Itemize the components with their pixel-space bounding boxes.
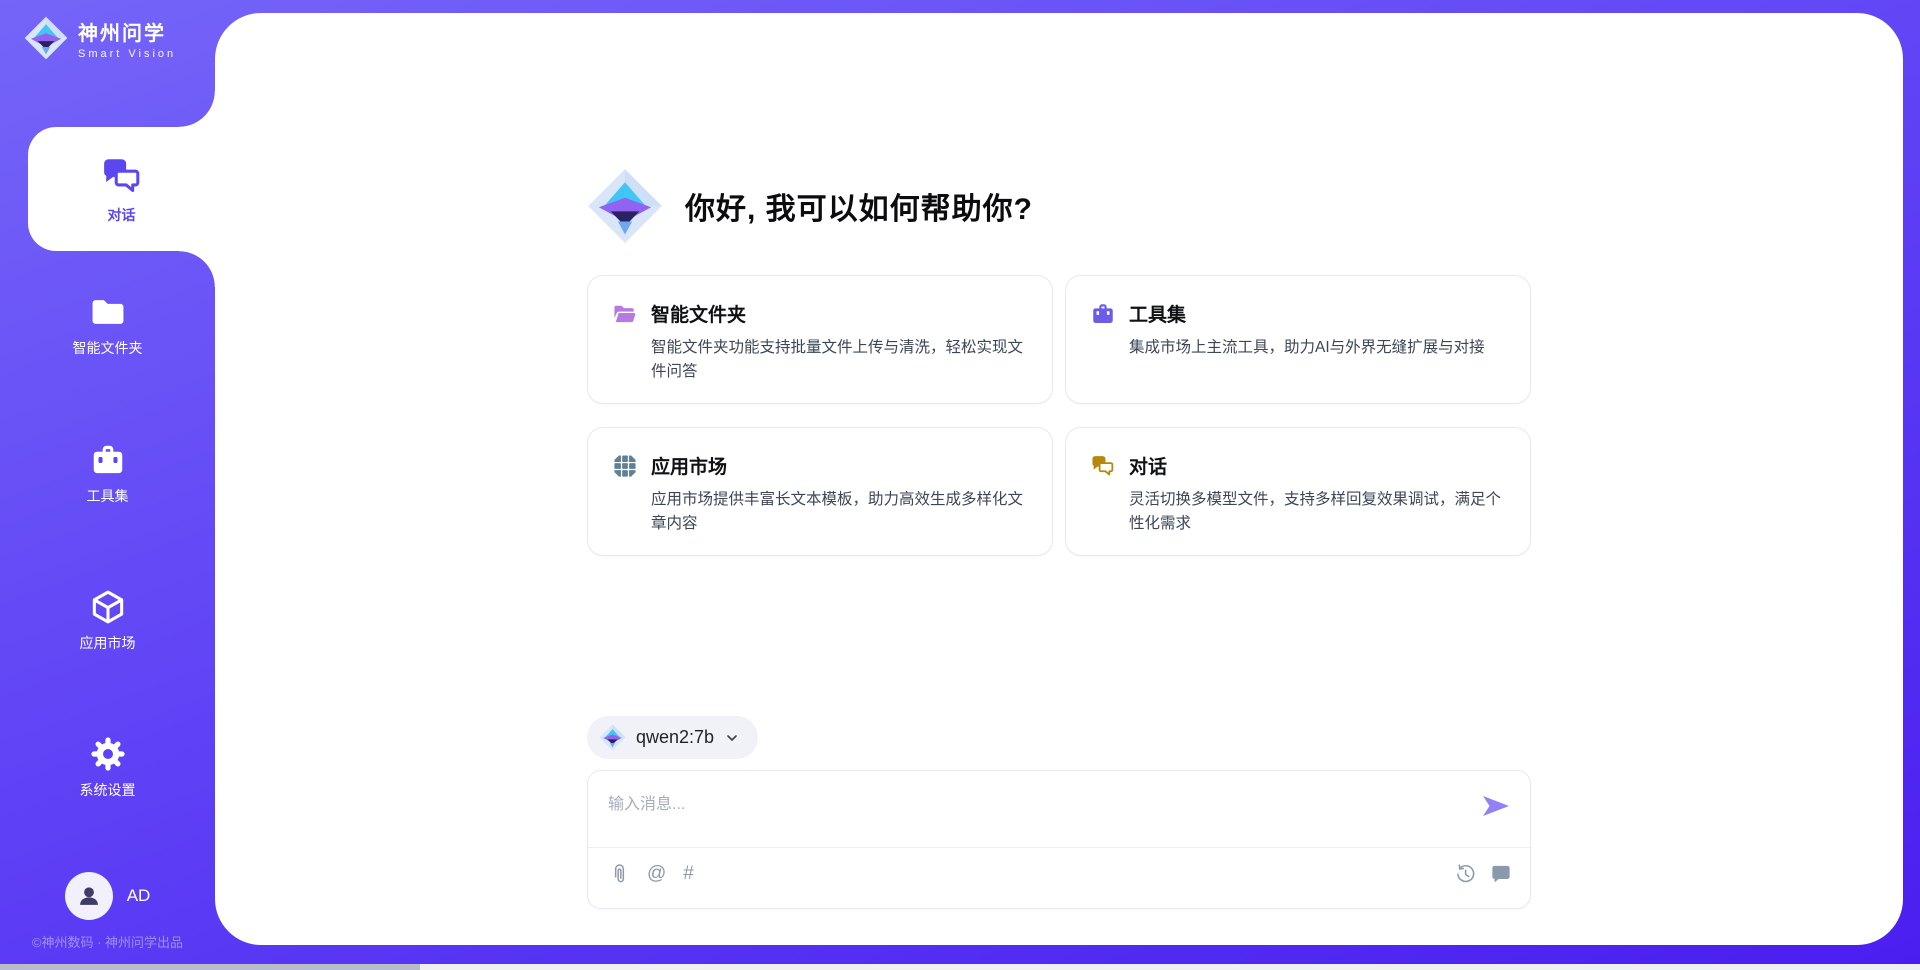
sidebar-item-app-market[interactable]: 应用市场 <box>0 588 215 653</box>
folder-icon <box>89 293 127 331</box>
sidebar-item-settings[interactable]: 系统设置 <box>0 735 215 800</box>
card-header: 应用市场 <box>612 452 1028 479</box>
user-profile[interactable]: AD <box>0 872 215 920</box>
card-app-market[interactable]: 应用市场 应用市场提供丰富长文本模板，助力高效生成多样化文章内容 <box>587 427 1053 556</box>
card-header: 工具集 <box>1090 300 1506 327</box>
sidebar-item-label: 智能文件夹 <box>73 338 143 358</box>
sidebar-item-label: 系统设置 <box>80 780 136 800</box>
cube-icon <box>89 588 127 626</box>
card-smart-folder[interactable]: 智能文件夹 智能文件夹功能支持批量文件上传与清洗，轻松实现文件问答 <box>587 275 1053 404</box>
card-chat[interactable]: 对话 灵活切换多模型文件，支持多样回复效果调试，满足个性化需求 <box>1065 427 1531 556</box>
sidebar: 神州问学 Smart Vision 对话 智能文件夹 工具集 <box>0 0 215 970</box>
main-panel: 你好, 我可以如何帮助你? 智能文件夹 智能文件夹功能支持批量文件上传与清洗，轻… <box>215 13 1903 945</box>
brand: 神州问学 Smart Vision <box>24 16 176 60</box>
composer-tools-left: @ # <box>608 863 694 885</box>
sidebar-item-label: 应用市场 <box>80 633 136 653</box>
main-content: 你好, 我可以如何帮助你? 智能文件夹 智能文件夹功能支持批量文件上传与清洗，轻… <box>215 13 1903 945</box>
greeting-logo-icon <box>587 168 663 244</box>
avatar <box>65 872 113 920</box>
card-header: 对话 <box>1090 452 1506 479</box>
model-selector[interactable]: qwen2:7b <box>587 716 758 759</box>
sidebar-item-smart-folder[interactable]: 智能文件夹 <box>0 293 215 358</box>
card-description: 灵活切换多模型文件，支持多样回复效果调试，满足个性化需求 <box>1129 488 1506 536</box>
brand-logo-icon <box>24 16 68 60</box>
card-title: 工具集 <box>1129 300 1186 327</box>
sidebar-footer: ©神州数码 · 神州问学出品 <box>0 932 215 951</box>
sidebar-item-label: 工具集 <box>87 486 129 506</box>
horizontal-scrollbar[interactable] <box>0 964 1920 970</box>
send-icon[interactable] <box>1482 795 1510 817</box>
card-header: 智能文件夹 <box>612 300 1028 327</box>
message-composer: @ # <box>587 770 1531 909</box>
history-icon[interactable] <box>1454 863 1476 885</box>
toolbox-icon <box>89 441 127 479</box>
greeting: 你好, 我可以如何帮助你? <box>587 168 1531 244</box>
scrollbar-thumb[interactable] <box>0 964 420 970</box>
brand-subtitle: Smart Vision <box>78 48 176 60</box>
toolbox-icon <box>1090 301 1116 327</box>
brand-name: 神州问学 <box>78 17 176 46</box>
feature-cards: 智能文件夹 智能文件夹功能支持批量文件上传与清洗，轻松实现文件问答 工具集 集成… <box>587 275 1531 556</box>
gear-icon <box>89 735 127 773</box>
paperclip-icon[interactable] <box>608 863 630 885</box>
chat-icon <box>100 154 144 198</box>
sidebar-item-label: 对话 <box>108 205 136 225</box>
chat-icon <box>1090 453 1116 479</box>
card-description: 智能文件夹功能支持批量文件上传与清洗，轻松实现文件问答 <box>651 336 1028 384</box>
card-title: 应用市场 <box>651 452 727 479</box>
grid-icon <box>612 453 638 479</box>
card-description: 集成市场上主流工具，助力AI与外界无缝扩展与对接 <box>1129 336 1506 360</box>
composer-tools-right <box>1454 863 1512 885</box>
at-icon[interactable]: @ <box>647 863 666 885</box>
sidebar-item-chat[interactable]: 对话 <box>28 127 215 251</box>
card-title: 智能文件夹 <box>651 300 746 327</box>
card-description: 应用市场提供丰富长文本模板，助力高效生成多样化文章内容 <box>651 488 1028 536</box>
chevron-down-icon <box>724 730 740 746</box>
comment-icon[interactable] <box>1490 863 1512 885</box>
message-input[interactable] <box>608 785 1460 825</box>
person-icon <box>74 881 104 911</box>
hash-icon[interactable]: # <box>683 863 694 885</box>
open-folder-icon <box>612 301 638 327</box>
sidebar-item-toolset[interactable]: 工具集 <box>0 441 215 506</box>
brand-text: 神州问学 Smart Vision <box>78 17 176 60</box>
card-toolset[interactable]: 工具集 集成市场上主流工具，助力AI与外界无缝扩展与对接 <box>1065 275 1531 404</box>
composer-divider <box>588 847 1530 848</box>
gem-icon <box>599 724 626 751</box>
card-title: 对话 <box>1129 452 1167 479</box>
user-initials: AD <box>127 886 151 906</box>
greeting-text: 你好, 我可以如何帮助你? <box>685 184 1033 228</box>
model-name: qwen2:7b <box>636 727 714 748</box>
